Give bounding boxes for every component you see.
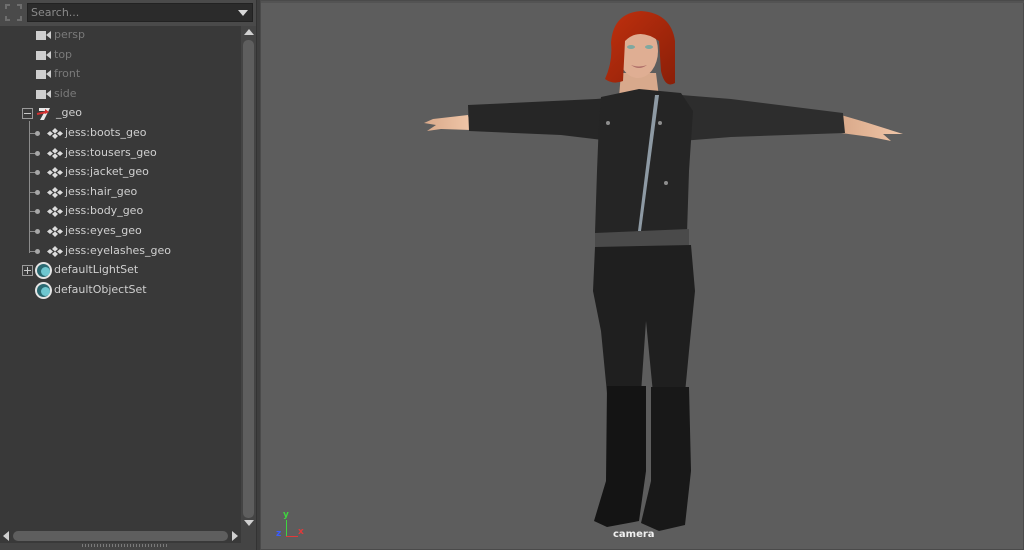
outliner-item-persp[interactable]: persp bbox=[0, 26, 241, 45]
right-eye bbox=[645, 45, 653, 49]
jacket bbox=[595, 89, 693, 239]
3d-viewport[interactable]: y z x camera bbox=[260, 0, 1024, 550]
left-boot bbox=[594, 386, 646, 527]
outliner-item-label: persp bbox=[54, 28, 85, 41]
mesh-icon bbox=[47, 186, 63, 198]
axis-y-label: y bbox=[283, 510, 289, 520]
outliner-item-label: jess:boots_geo bbox=[65, 126, 147, 139]
outliner-item-label: jess:hair_geo bbox=[65, 184, 138, 198]
outliner-item-label: defaultObjectSet bbox=[54, 282, 147, 296]
outliner-item-label: jess:eyelashes_geo bbox=[65, 243, 172, 257]
outliner-horizontal-scrollbar[interactable] bbox=[0, 529, 241, 543]
outliner-item-hair-geo[interactable]: jess:hair_geo bbox=[0, 183, 241, 202]
mesh-icon bbox=[47, 128, 63, 139]
outliner-panel: persp top front side _geo bbox=[0, 0, 256, 550]
camera-icon bbox=[36, 70, 52, 80]
left-hand bbox=[424, 115, 471, 131]
jacket-button bbox=[606, 121, 610, 125]
outliner-item-geo-group[interactable]: _geo bbox=[0, 104, 241, 123]
scroll-up-arrow-icon[interactable] bbox=[244, 29, 254, 35]
scroll-left-arrow-icon[interactable] bbox=[3, 531, 9, 541]
outliner-item-eyelashes-geo[interactable]: jess:eyelashes_geo bbox=[0, 242, 241, 261]
selection-filter-icon[interactable] bbox=[5, 4, 22, 21]
mesh-icon bbox=[47, 206, 63, 218]
trousers bbox=[593, 245, 695, 393]
camera-icon bbox=[36, 31, 52, 40]
mesh-icon bbox=[47, 147, 63, 159]
vertical-scroll-thumb[interactable] bbox=[243, 40, 254, 518]
outliner-item-label: jess:tousers_geo bbox=[65, 145, 157, 159]
outliner-tree: persp top front side _geo jess:boots_geo… bbox=[0, 26, 241, 529]
object-set-icon bbox=[35, 281, 52, 299]
outliner-toolbar bbox=[0, 0, 256, 26]
left-eye bbox=[627, 45, 635, 49]
outliner-item-default-object-set[interactable]: defaultObjectSet bbox=[0, 281, 241, 300]
camera-name-label: camera bbox=[613, 529, 655, 540]
outliner-item-default-light-set[interactable]: defaultLightSet bbox=[0, 261, 241, 280]
mesh-icon bbox=[47, 167, 63, 179]
search-input[interactable] bbox=[28, 4, 228, 21]
outliner-item-label: jess:body_geo bbox=[65, 204, 144, 218]
search-field[interactable] bbox=[27, 3, 253, 22]
outliner-item-jacket-geo[interactable]: jess:jacket_geo bbox=[0, 163, 241, 182]
expand-toggle-icon[interactable] bbox=[22, 265, 33, 277]
camera-icon bbox=[36, 50, 52, 60]
axis-x-label: x bbox=[298, 527, 304, 537]
mesh-icon bbox=[47, 226, 63, 237]
collapse-toggle-icon[interactable] bbox=[22, 108, 33, 120]
outliner-item-label: _geo bbox=[56, 106, 82, 120]
outliner-item-front[interactable]: front bbox=[0, 65, 241, 84]
panel-resize-grip[interactable] bbox=[82, 544, 168, 547]
scrollbar-corner bbox=[241, 529, 256, 543]
outliner-item-tousers-geo[interactable]: jess:tousers_geo bbox=[0, 144, 241, 163]
character-model[interactable] bbox=[261, 1, 1024, 550]
outliner-item-label: jess:jacket_geo bbox=[65, 165, 149, 179]
view-axis-indicator: y z x bbox=[271, 509, 311, 539]
outliner-item-eyes-geo[interactable]: jess:eyes_geo bbox=[0, 222, 241, 241]
outliner-vertical-scrollbar[interactable] bbox=[241, 26, 256, 529]
right-boot bbox=[641, 387, 691, 531]
outliner-item-label: jess:eyes_geo bbox=[65, 224, 142, 237]
outliner-item-top[interactable]: top bbox=[0, 46, 241, 65]
outliner-item-label: top bbox=[54, 47, 73, 61]
search-dropdown-arrow-icon[interactable] bbox=[238, 10, 248, 16]
outliner-item-label: front bbox=[54, 67, 81, 81]
transform-group-icon bbox=[36, 108, 50, 121]
horizontal-scroll-thumb[interactable] bbox=[13, 531, 228, 541]
right-hand bbox=[841, 115, 903, 141]
object-set-icon bbox=[35, 262, 52, 280]
jacket-button bbox=[658, 121, 662, 125]
axis-z-label: z bbox=[276, 529, 282, 539]
outliner-item-label: side bbox=[54, 86, 77, 100]
outliner-item-boots-geo[interactable]: jess:boots_geo bbox=[0, 124, 241, 143]
jacket-button bbox=[664, 181, 668, 185]
outliner-item-body-geo[interactable]: jess:body_geo bbox=[0, 202, 241, 221]
outliner-item-label: defaultLightSet bbox=[54, 263, 139, 277]
scroll-right-arrow-icon[interactable] bbox=[232, 531, 238, 541]
camera-icon bbox=[36, 89, 52, 99]
mesh-icon bbox=[47, 245, 63, 257]
scroll-down-arrow-icon[interactable] bbox=[244, 520, 254, 526]
right-sleeve bbox=[681, 95, 845, 141]
outliner-item-side[interactable]: side bbox=[0, 85, 241, 104]
left-sleeve bbox=[468, 97, 621, 141]
